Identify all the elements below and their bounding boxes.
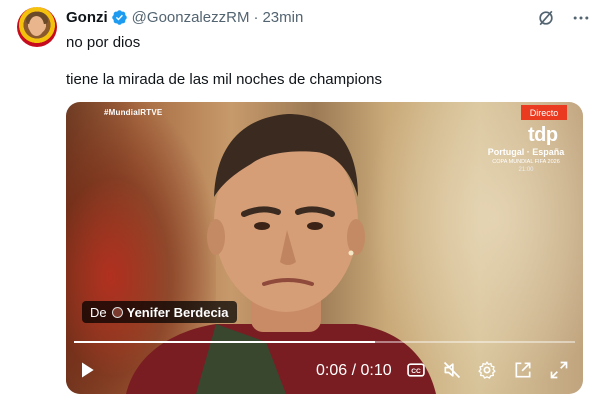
competition-label: COPA MUNDIAL FIFA 2026 [492,159,560,165]
verified-badge-icon [111,9,127,25]
picture-in-picture-button[interactable] [512,359,534,381]
mute-icon [443,361,461,379]
more-icon[interactable] [571,8,591,28]
duration: 0:10 [360,362,392,379]
avatar-face [29,16,44,36]
credit-prefix: De [90,304,107,320]
gear-icon [478,361,496,379]
fullscreen-button[interactable] [548,359,570,381]
separator-dot: · [253,8,259,26]
author-handle[interactable]: @GoonzalezzRM [132,9,250,26]
settings-button[interactable] [476,359,498,381]
progress-fill [74,341,375,343]
tweet-header: Gonzi @GoonzalezzRM · 23min [66,7,303,27]
play-icon [82,362,94,378]
player-figure [126,114,436,394]
time-separator: / [347,362,361,379]
picture-in-picture-icon [515,362,531,378]
kickoff-time: 21:00 [518,167,534,173]
live-badge: Directo [521,105,567,120]
credit-avatar [111,306,123,318]
timestamp[interactable]: 23min [262,9,303,26]
avatar[interactable] [17,7,57,47]
play-button[interactable] [76,359,98,381]
video-player[interactable]: #MundialRTVE Directo tdp Portugal · Espa… [66,102,583,394]
match-label: Portugal · España [487,147,565,157]
credit-name: Yenifer Berdecia [126,304,229,320]
progress-bar[interactable] [74,341,575,343]
captions-button[interactable]: CC [405,359,427,381]
grok-icon[interactable] [536,8,556,28]
fullscreen-icon [550,361,568,379]
tweet-text-line-1: no por dios [66,34,141,51]
svg-text:CC: CC [411,368,421,375]
mute-button[interactable] [441,359,463,381]
current-time: 0:06 [316,362,348,379]
player-controls: 0:06 / 0:10 CC [66,356,583,386]
tweet-actions-top [536,8,591,28]
video-credit[interactable]: De Yenifer Berdecia [82,301,237,323]
author-name[interactable]: Gonzi [66,9,108,26]
broadcast-tag: #MundialRTVE [104,108,163,117]
timecode: 0:06 / 0:10 [316,362,392,380]
captions-icon: CC [407,363,425,377]
tweet-text-line-2: tiene la mirada de las mil noches de cha… [66,71,383,88]
channel-logo: tdp [528,124,558,146]
